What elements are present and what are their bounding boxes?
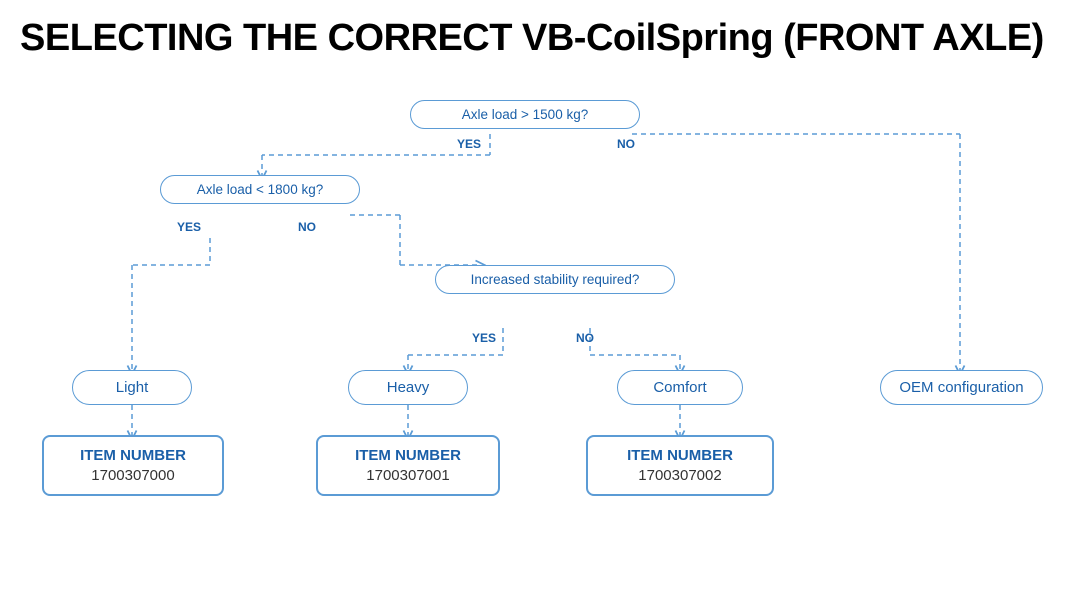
decision-box-1: Axle load > 1500 kg?	[410, 100, 640, 129]
item0-label: ITEM NUMBER	[56, 447, 210, 465]
decision3-yes: YES	[472, 331, 496, 345]
result-heavy: Heavy	[348, 370, 468, 405]
item1-number: 1700307001	[330, 467, 486, 484]
result-oem: OEM configuration	[880, 370, 1043, 405]
item-box-2: ITEM NUMBER 1700307002	[586, 435, 774, 496]
decision3-no: NO	[576, 331, 594, 345]
item-box-0: ITEM NUMBER 1700307000	[42, 435, 224, 496]
page-title: SELECTING THE CORRECT VB-CoilSpring (FRO…	[20, 18, 1060, 60]
decision2-no: NO	[298, 220, 316, 234]
item1-label: ITEM NUMBER	[330, 447, 486, 465]
decision1-yes: YES	[457, 137, 481, 151]
item-box-1: ITEM NUMBER 1700307001	[316, 435, 500, 496]
result-comfort: Comfort	[617, 370, 743, 405]
item2-number: 1700307002	[600, 467, 760, 484]
decision1-no: NO	[617, 137, 635, 151]
decision2-yes: YES	[177, 220, 201, 234]
diagram-area: Axle load > 1500 kg? YES NO Axle load < …	[20, 70, 1060, 560]
item0-number: 1700307000	[56, 467, 210, 484]
decision-box-3: Increased stability required?	[435, 265, 675, 294]
page: SELECTING THE CORRECT VB-CoilSpring (FRO…	[0, 0, 1080, 608]
item2-label: ITEM NUMBER	[600, 447, 760, 465]
decision-box-2: Axle load < 1800 kg?	[160, 175, 360, 204]
result-light: Light	[72, 370, 192, 405]
